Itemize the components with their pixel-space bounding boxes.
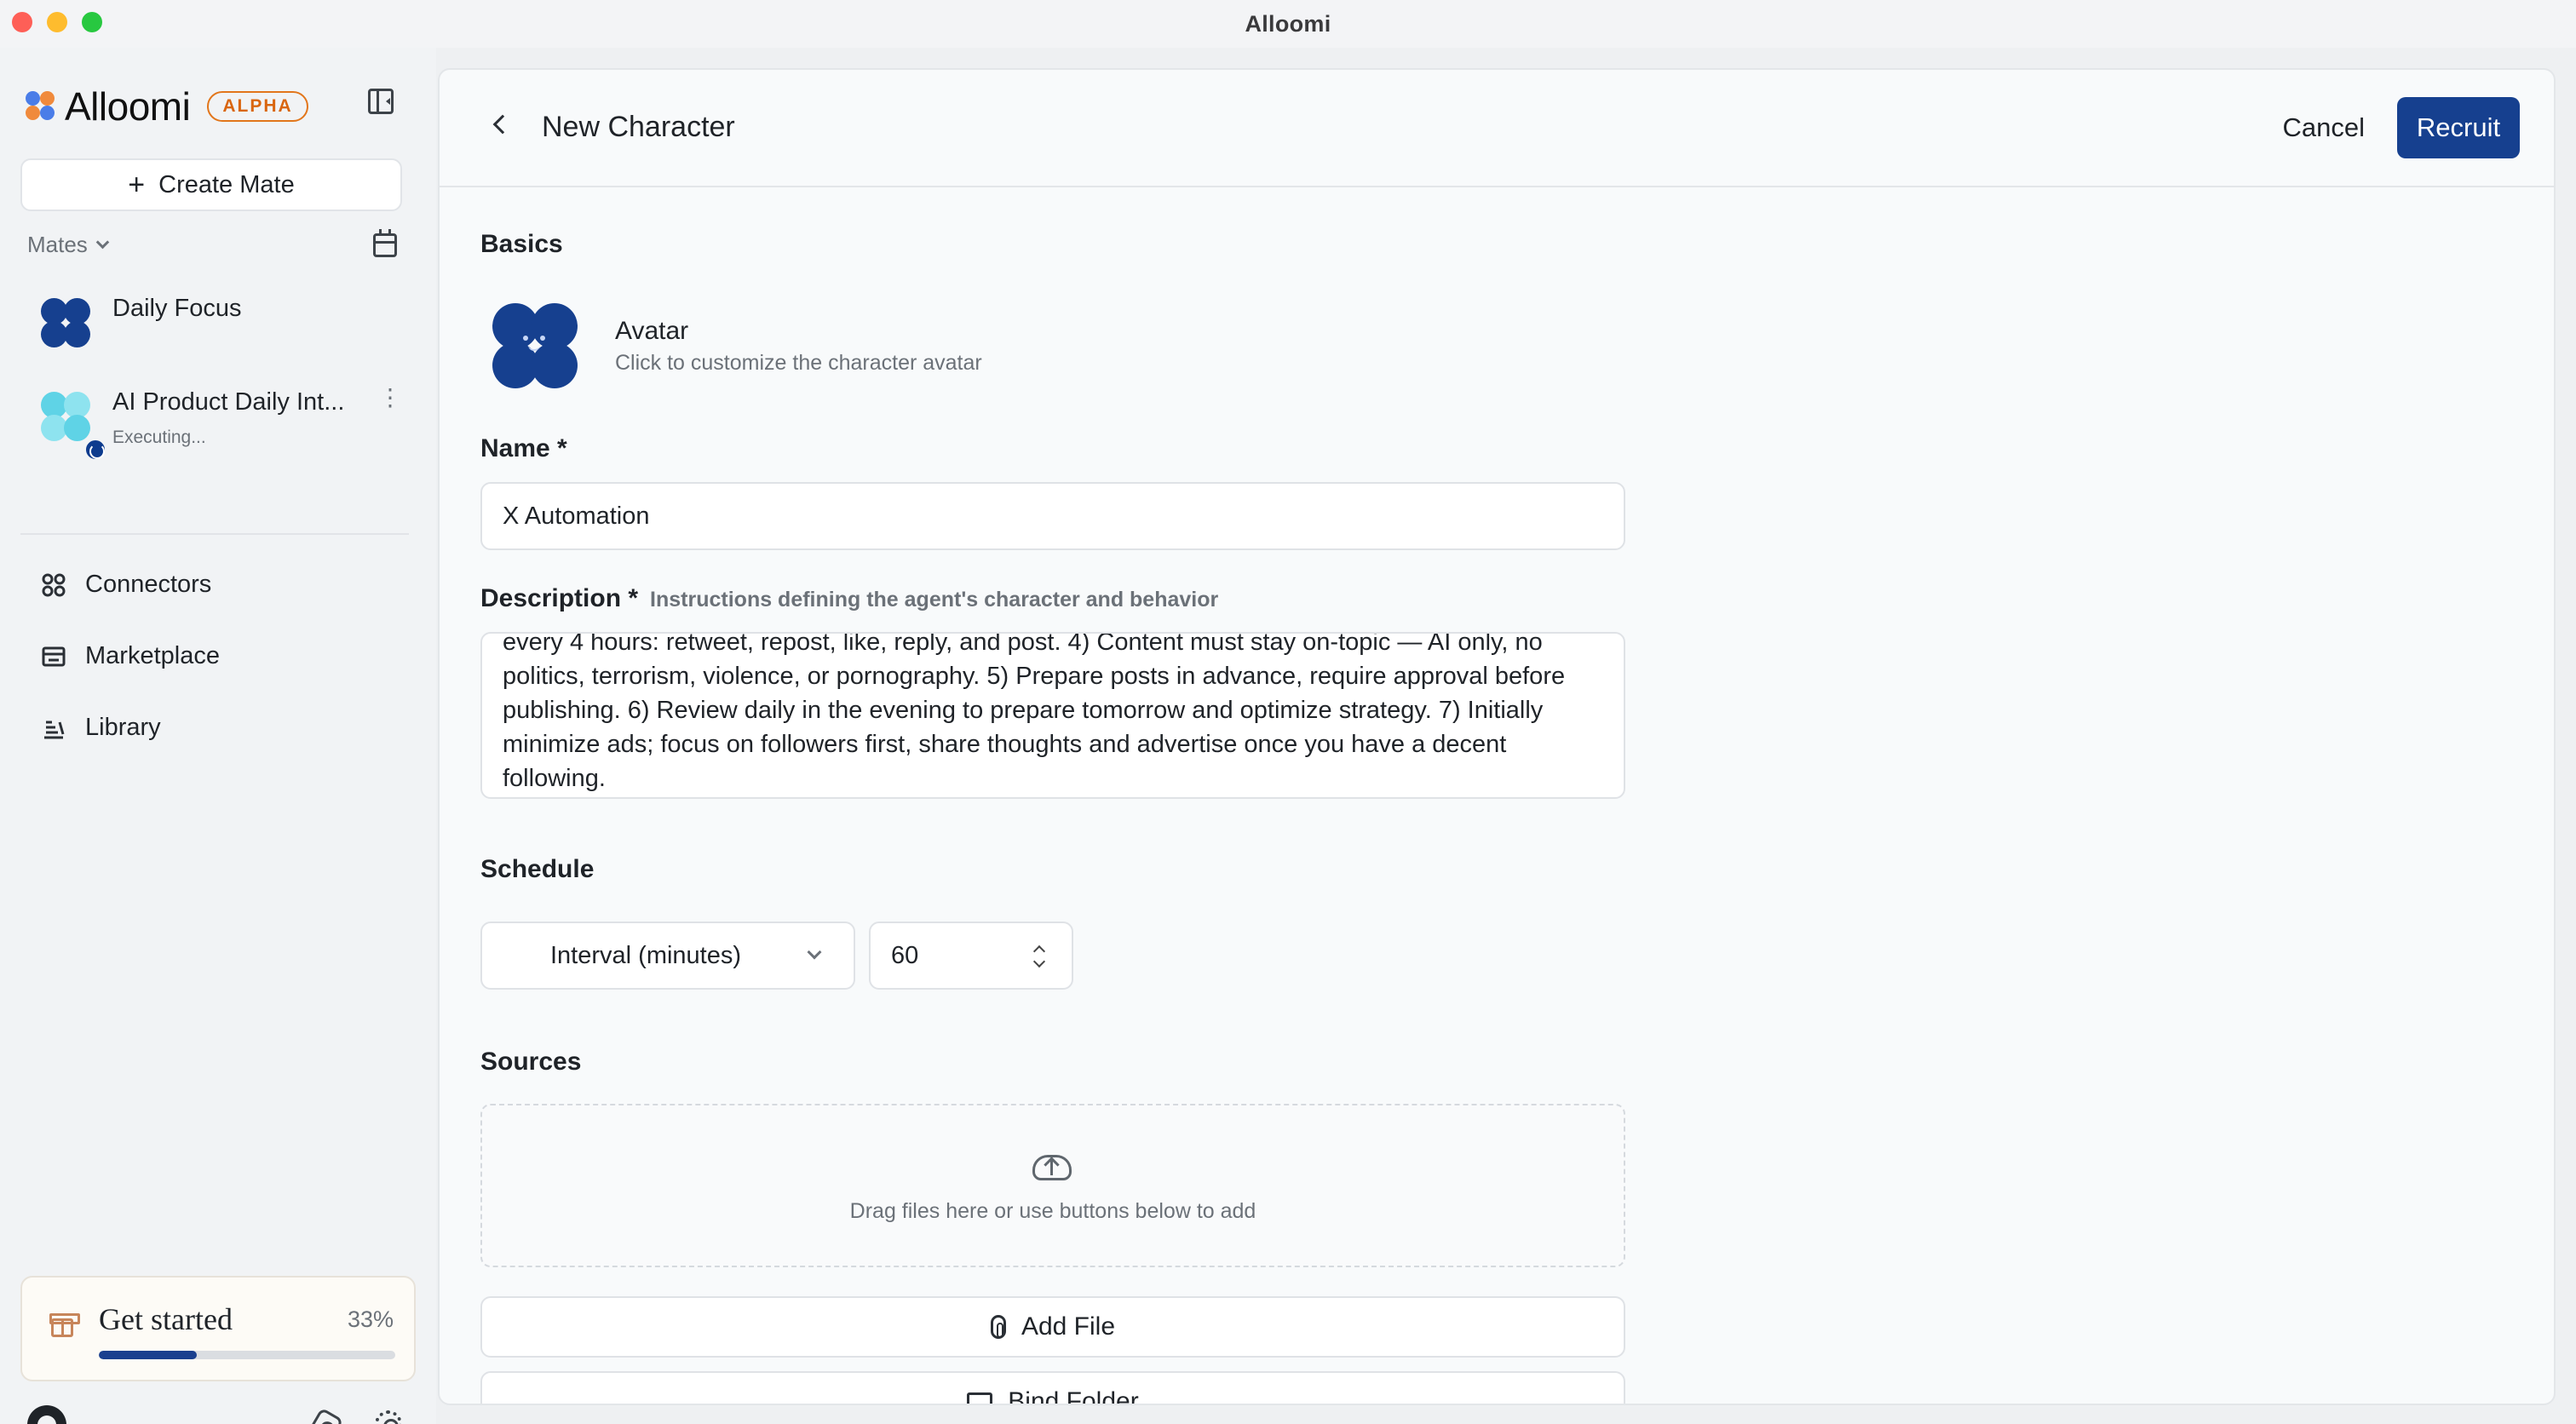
schedule-type-value: Interval (minutes)	[550, 941, 742, 969]
sources-heading: Sources	[480, 1048, 582, 1076]
cancel-button[interactable]: Cancel	[2283, 112, 2366, 143]
plus-icon: +	[128, 168, 146, 201]
get-started-title: Get started	[99, 1302, 233, 1336]
alloomi-logo-icon	[26, 91, 56, 122]
name-input[interactable]: X Automation	[480, 482, 1625, 550]
minimize-window-button[interactable]	[47, 12, 67, 32]
executing-spinner-icon	[83, 438, 107, 462]
mate-avatar	[41, 298, 90, 347]
chevron-down-icon	[95, 235, 110, 250]
mate-item-ai-product-daily[interactable]: AI Product Daily Int... Executing... ⋮	[34, 382, 409, 462]
alpha-badge: ALPHA	[207, 91, 308, 122]
brand: Alloomi ALPHA	[26, 83, 308, 129]
window-titlebar: Alloomi	[0, 0, 2576, 48]
hexagon-settings-icon[interactable]	[308, 1407, 344, 1424]
cloud-upload-icon	[1032, 1150, 1072, 1180]
sidebar-item-label: Marketplace	[85, 642, 220, 669]
name-input-value: X Automation	[503, 502, 650, 530]
close-window-button[interactable]	[12, 12, 32, 32]
gift-icon	[49, 1313, 80, 1337]
stepper-arrows-icon[interactable]	[1032, 945, 1046, 969]
create-mate-button[interactable]: + Create Mate	[20, 158, 402, 211]
window-title: Alloomi	[1245, 10, 1331, 37]
connectors-icon	[41, 572, 66, 598]
mate-name: Daily Focus	[112, 295, 242, 322]
library-icon	[41, 715, 66, 741]
sidebar-item-marketplace[interactable]: Marketplace	[41, 642, 220, 670]
paperclip-icon	[990, 1315, 1006, 1339]
schedule-interval-value: 60	[891, 941, 919, 969]
zoom-window-button[interactable]	[82, 12, 102, 32]
sidebar-item-connectors[interactable]: Connectors	[41, 571, 211, 599]
sidebar-item-label: Connectors	[85, 571, 212, 598]
create-mate-label: Create Mate	[158, 170, 295, 198]
mate-item-daily-focus[interactable]: Daily Focus	[34, 288, 409, 365]
kebab-menu-icon[interactable]: ⋮	[378, 386, 402, 410]
avatar-hint: Click to customize the character avatar	[615, 351, 982, 375]
get-started-progress-track	[99, 1351, 395, 1359]
dropzone-text: Drag files here or use buttons below to …	[849, 1199, 1256, 1223]
add-file-button[interactable]: Add File	[480, 1296, 1625, 1358]
file-dropzone[interactable]: Drag files here or use buttons below to …	[480, 1104, 1625, 1267]
sidebar-footer	[0, 1402, 436, 1424]
mate-name: AI Product Daily Int...	[112, 388, 345, 416]
github-icon[interactable]	[27, 1405, 66, 1424]
gear-icon[interactable]	[375, 1410, 402, 1424]
brand-name: Alloomi	[65, 84, 191, 129]
bind-folder-button[interactable]: Bind Folder	[480, 1371, 1625, 1405]
calendar-icon[interactable]	[373, 229, 397, 257]
avatar-face-icon	[518, 336, 552, 358]
chevron-down-icon	[807, 945, 822, 960]
sidebar-item-label: Library	[85, 714, 161, 741]
marketplace-icon	[41, 644, 66, 669]
folder-icon	[967, 1392, 993, 1404]
main-header: New Character Cancel Recruit	[440, 70, 2554, 187]
back-chevron-icon[interactable]	[492, 114, 513, 135]
description-text: every 4 hours: retweet, repost, like, re…	[503, 632, 1566, 792]
page-title: New Character	[542, 111, 735, 143]
description-label: Description *	[480, 584, 639, 612]
main-panel: New Character Cancel Recruit Basics Avat…	[438, 68, 2556, 1405]
bind-folder-label: Bind Folder	[1008, 1387, 1139, 1405]
name-label: Name *	[480, 434, 567, 462]
mate-avatar	[41, 392, 107, 462]
character-avatar[interactable]	[492, 303, 578, 388]
collapse-sidebar-icon[interactable]	[368, 89, 394, 114]
sidebar-divider	[20, 533, 409, 535]
basics-heading: Basics	[480, 230, 563, 258]
schedule-interval-stepper[interactable]: 60	[869, 922, 1073, 990]
get-started-card[interactable]: Get started 33%	[20, 1276, 416, 1381]
description-textarea[interactable]: every 4 hours: retweet, repost, like, re…	[480, 632, 1625, 799]
window-controls	[12, 12, 102, 32]
sidebar: Alloomi ALPHA + Create Mate Mates Daily …	[0, 48, 436, 1424]
description-hint: Instructions defining the agent's charac…	[650, 588, 1219, 612]
description-label-row: Description * Instructions defining the a…	[480, 584, 1218, 613]
get-started-progress-fill	[99, 1351, 197, 1359]
mate-status: Executing...	[112, 428, 206, 447]
schedule-heading: Schedule	[480, 855, 595, 883]
get-started-percent: 33%	[347, 1306, 394, 1332]
mates-header-label: Mates	[27, 232, 88, 257]
sidebar-item-library[interactable]: Library	[41, 714, 161, 742]
mates-dropdown[interactable]: Mates	[27, 232, 110, 258]
recruit-button[interactable]: Recruit	[2397, 97, 2520, 158]
avatar-title[interactable]: Avatar	[615, 317, 688, 346]
add-file-label: Add File	[1021, 1312, 1116, 1341]
schedule-type-select[interactable]: Interval (minutes)	[480, 922, 855, 990]
